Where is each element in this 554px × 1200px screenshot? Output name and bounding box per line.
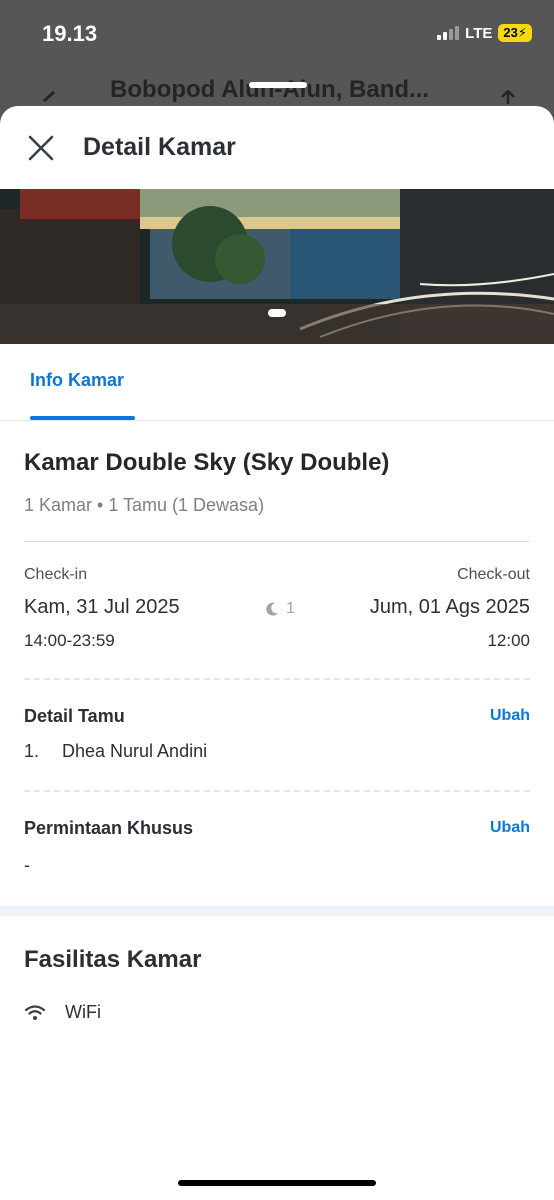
edit-guest-button[interactable]: Ubah [490,707,530,725]
wifi-icon [24,1004,46,1020]
guest-number: 1. [24,741,40,761]
tab-bar: Info Kamar [0,344,554,421]
room-detail-sheet: Detail Kamar Info Kamar Kamar Double Sky… [0,106,554,1200]
sheet-title: Detail Kamar [83,133,236,161]
room-summary: 1 Kamar • 1 Tamu (1 Dewasa) [24,495,265,515]
moon-icon [266,602,278,616]
special-request-title: Permintaan Khusus [24,818,194,838]
room-photo[interactable] [0,189,554,344]
facilities-title: Fasilitas Kamar [24,946,202,973]
facility-item: WiFi [24,1002,530,1023]
special-request-value: - [24,855,30,875]
guest-details-title: Detail Tamu [24,706,125,726]
signal-icon [437,26,460,40]
stay-dates: Check-in Check-out Kam, 31 Jul 2025 1 Ju… [24,542,530,678]
background-page-title: Bobopod Alun-Alun, Band... [110,76,430,103]
checkout-date: Jum, 01 Ags 2025 [369,596,530,618]
battery-indicator: 23⚡ [498,24,532,42]
edit-special-request-button[interactable]: Ubah [490,819,530,837]
tab-active-underline [30,416,135,420]
guest-details: Detail Tamu Ubah 1. Dhea Nurul Andini [24,680,530,790]
status-indicators: LTE 23⚡ [437,24,532,42]
close-button[interactable] [24,131,58,165]
guest-name: Dhea Nurul Andini [62,741,208,761]
close-icon [28,135,54,160]
guest-row: 1. Dhea Nurul Andini [24,741,207,762]
status-time: 19.13 [42,21,98,46]
checkin-label: Check-in [24,566,88,583]
facility-label: WiFi [65,1002,101,1022]
checkin-date: Kam, 31 Jul 2025 [24,596,180,618]
checkout-label: Check-out [457,566,530,583]
room-name: Kamar Double Sky (Sky Double) [24,449,390,476]
booking-info-section: Kamar Double Sky (Sky Double) 1 Kamar • … [0,449,554,902]
room-photo-illustration [0,189,554,344]
checkout-time: 12:00 [487,631,530,650]
network-label: LTE [465,24,493,42]
home-indicator[interactable] [178,1180,376,1186]
sheet-drag-handle[interactable] [249,82,307,88]
sheet-header: Detail Kamar [0,106,554,189]
carousel-indicator [268,309,286,317]
special-request: Permintaan Khusus Ubah - [24,792,530,902]
tab-info-kamar[interactable]: Info Kamar [30,370,124,391]
room-facilities: Fasilitas Kamar WiFi [0,946,554,1023]
checkin-time: 14:00-23:59 [24,631,115,650]
section-separator [0,906,554,916]
nights-count: 1 [264,600,295,618]
nights-value: 1 [286,600,295,617]
